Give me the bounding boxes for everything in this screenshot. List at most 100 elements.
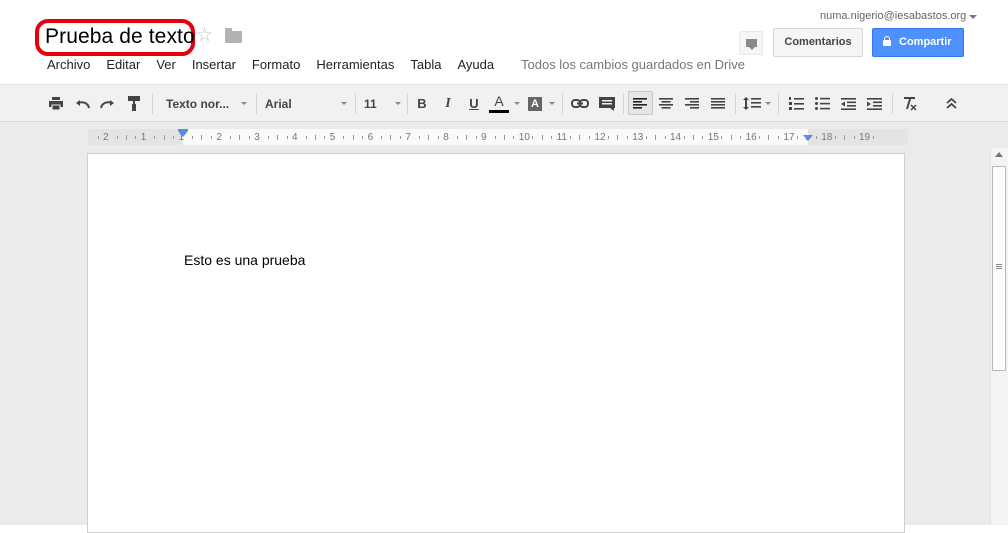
ruler-label: 3 bbox=[254, 132, 260, 143]
share-button[interactable]: Compartir bbox=[872, 28, 964, 57]
undo-button[interactable] bbox=[72, 85, 92, 122]
save-status[interactable]: Todos los cambios guardados en Drive bbox=[521, 57, 745, 72]
bold-button[interactable]: B bbox=[412, 85, 432, 122]
ruler-label: 19 bbox=[859, 132, 871, 143]
menu-ver[interactable]: Ver bbox=[156, 57, 176, 72]
ruler-tick bbox=[125, 135, 127, 140]
ruler-tick bbox=[192, 136, 194, 139]
redo-button[interactable] bbox=[97, 85, 117, 122]
font-dropdown[interactable]: Arial bbox=[265, 85, 349, 122]
ruler-label: 11 bbox=[556, 132, 567, 143]
document-title[interactable]: Prueba de texto bbox=[45, 25, 195, 49]
ruler-tick bbox=[645, 136, 647, 139]
ruler-tick bbox=[730, 135, 732, 140]
ruler-tick bbox=[844, 135, 845, 140]
ruler-tick bbox=[702, 136, 704, 139]
line-spacing-button[interactable] bbox=[741, 85, 763, 122]
collapse-toolbar-button[interactable] bbox=[940, 85, 962, 122]
ruler-tick bbox=[277, 135, 278, 140]
ruler-tick bbox=[494, 136, 496, 139]
ruler-tick bbox=[210, 136, 212, 139]
ruler-tick bbox=[532, 136, 534, 139]
align-center-button[interactable] bbox=[655, 85, 677, 122]
document-page[interactable] bbox=[87, 153, 905, 533]
align-left-icon bbox=[633, 98, 647, 109]
italic-button[interactable]: I bbox=[438, 85, 458, 122]
scroll-up-icon[interactable] bbox=[995, 152, 1003, 157]
insert-comment-button[interactable] bbox=[596, 85, 618, 122]
italic-icon: I bbox=[445, 95, 451, 111]
account-email[interactable]: numa.nigerio@iesabastos.org bbox=[820, 10, 966, 22]
ruler-tick bbox=[796, 136, 798, 139]
font-size-value: 11 bbox=[364, 96, 377, 111]
ruler-label: 5 bbox=[329, 132, 336, 143]
text-color-swatch bbox=[489, 109, 509, 113]
bulleted-list-button[interactable] bbox=[811, 85, 833, 122]
ruler-tick bbox=[626, 136, 628, 139]
document-body-text[interactable]: Esto es una prueba bbox=[184, 252, 305, 268]
toolbar-divider bbox=[152, 93, 153, 114]
align-justify-button[interactable] bbox=[707, 85, 729, 122]
collapse-icon bbox=[945, 98, 957, 109]
ruler-label: 16 bbox=[745, 132, 757, 143]
ruler-tick bbox=[617, 135, 619, 140]
menu-editar[interactable]: Editar bbox=[106, 57, 140, 72]
toolbar-divider bbox=[778, 93, 779, 114]
highlight-caret[interactable] bbox=[548, 85, 556, 122]
account-caret-icon[interactable] bbox=[969, 15, 977, 19]
comment-icon-button[interactable] bbox=[739, 31, 763, 55]
underline-icon: U bbox=[469, 96, 479, 111]
menu-formato[interactable]: Formato bbox=[252, 57, 300, 72]
decrease-indent-button[interactable] bbox=[837, 85, 859, 122]
menu-insertar[interactable]: Insertar bbox=[192, 57, 236, 72]
menu-tabla[interactable]: Tabla bbox=[410, 57, 441, 72]
numbered-list-button[interactable] bbox=[785, 85, 807, 122]
menu-herramientas[interactable]: Herramientas bbox=[316, 57, 394, 72]
numbered-list-icon bbox=[788, 97, 804, 110]
toolbar-divider bbox=[407, 93, 408, 114]
ruler-label: 14 bbox=[670, 132, 682, 143]
right-indent-icon[interactable] bbox=[803, 135, 813, 141]
ruler-tick bbox=[381, 136, 383, 139]
highlight-color-button[interactable]: A bbox=[525, 85, 545, 122]
left-indent-icon[interactable] bbox=[178, 131, 188, 137]
font-size-dropdown[interactable]: 11 bbox=[364, 85, 404, 122]
folder-icon[interactable] bbox=[225, 28, 242, 43]
increase-indent-button[interactable] bbox=[863, 85, 885, 122]
menu-ayuda[interactable]: Ayuda bbox=[457, 57, 494, 72]
line-spacing-icon bbox=[743, 97, 761, 110]
link-button[interactable] bbox=[569, 85, 591, 122]
align-right-button[interactable] bbox=[681, 85, 703, 122]
bulleted-list-icon bbox=[814, 97, 830, 110]
text-color-caret[interactable] bbox=[513, 85, 521, 122]
ruler-tick bbox=[286, 136, 288, 139]
print-button[interactable] bbox=[46, 85, 66, 122]
ruler-label: 12 bbox=[594, 132, 606, 143]
ruler-tick bbox=[683, 136, 685, 139]
comment-bubble-icon bbox=[746, 39, 757, 50]
lock-icon bbox=[883, 36, 891, 46]
align-center-icon bbox=[659, 98, 673, 109]
menu-archivo[interactable]: Archivo bbox=[47, 57, 90, 72]
ruler-label: 10 bbox=[518, 132, 530, 143]
clear-formatting-button[interactable] bbox=[898, 85, 920, 122]
ruler-tick bbox=[655, 135, 656, 140]
comments-button[interactable]: Comentarios bbox=[773, 28, 863, 57]
highlight-caret-icon bbox=[549, 102, 555, 105]
line-spacing-caret[interactable] bbox=[764, 85, 772, 122]
paint-format-button[interactable] bbox=[124, 85, 144, 122]
ruler-label: 15 bbox=[707, 132, 719, 143]
scrollbar-thumb[interactable] bbox=[992, 166, 1006, 371]
style-value: Texto nor... bbox=[166, 96, 230, 111]
font-caret-icon bbox=[341, 102, 347, 105]
star-icon[interactable]: ☆ bbox=[196, 26, 213, 45]
ruler-label: 2 bbox=[103, 132, 109, 143]
align-left-button[interactable] bbox=[629, 85, 651, 122]
ruler-tick bbox=[428, 135, 430, 140]
comment-add-icon bbox=[599, 96, 615, 111]
ruler-label: 1 bbox=[140, 132, 147, 143]
text-color-button[interactable]: A bbox=[488, 85, 510, 122]
underline-button[interactable]: U bbox=[464, 85, 484, 122]
share-label: Compartir bbox=[899, 36, 952, 48]
style-dropdown[interactable]: Texto nor... bbox=[166, 85, 252, 122]
